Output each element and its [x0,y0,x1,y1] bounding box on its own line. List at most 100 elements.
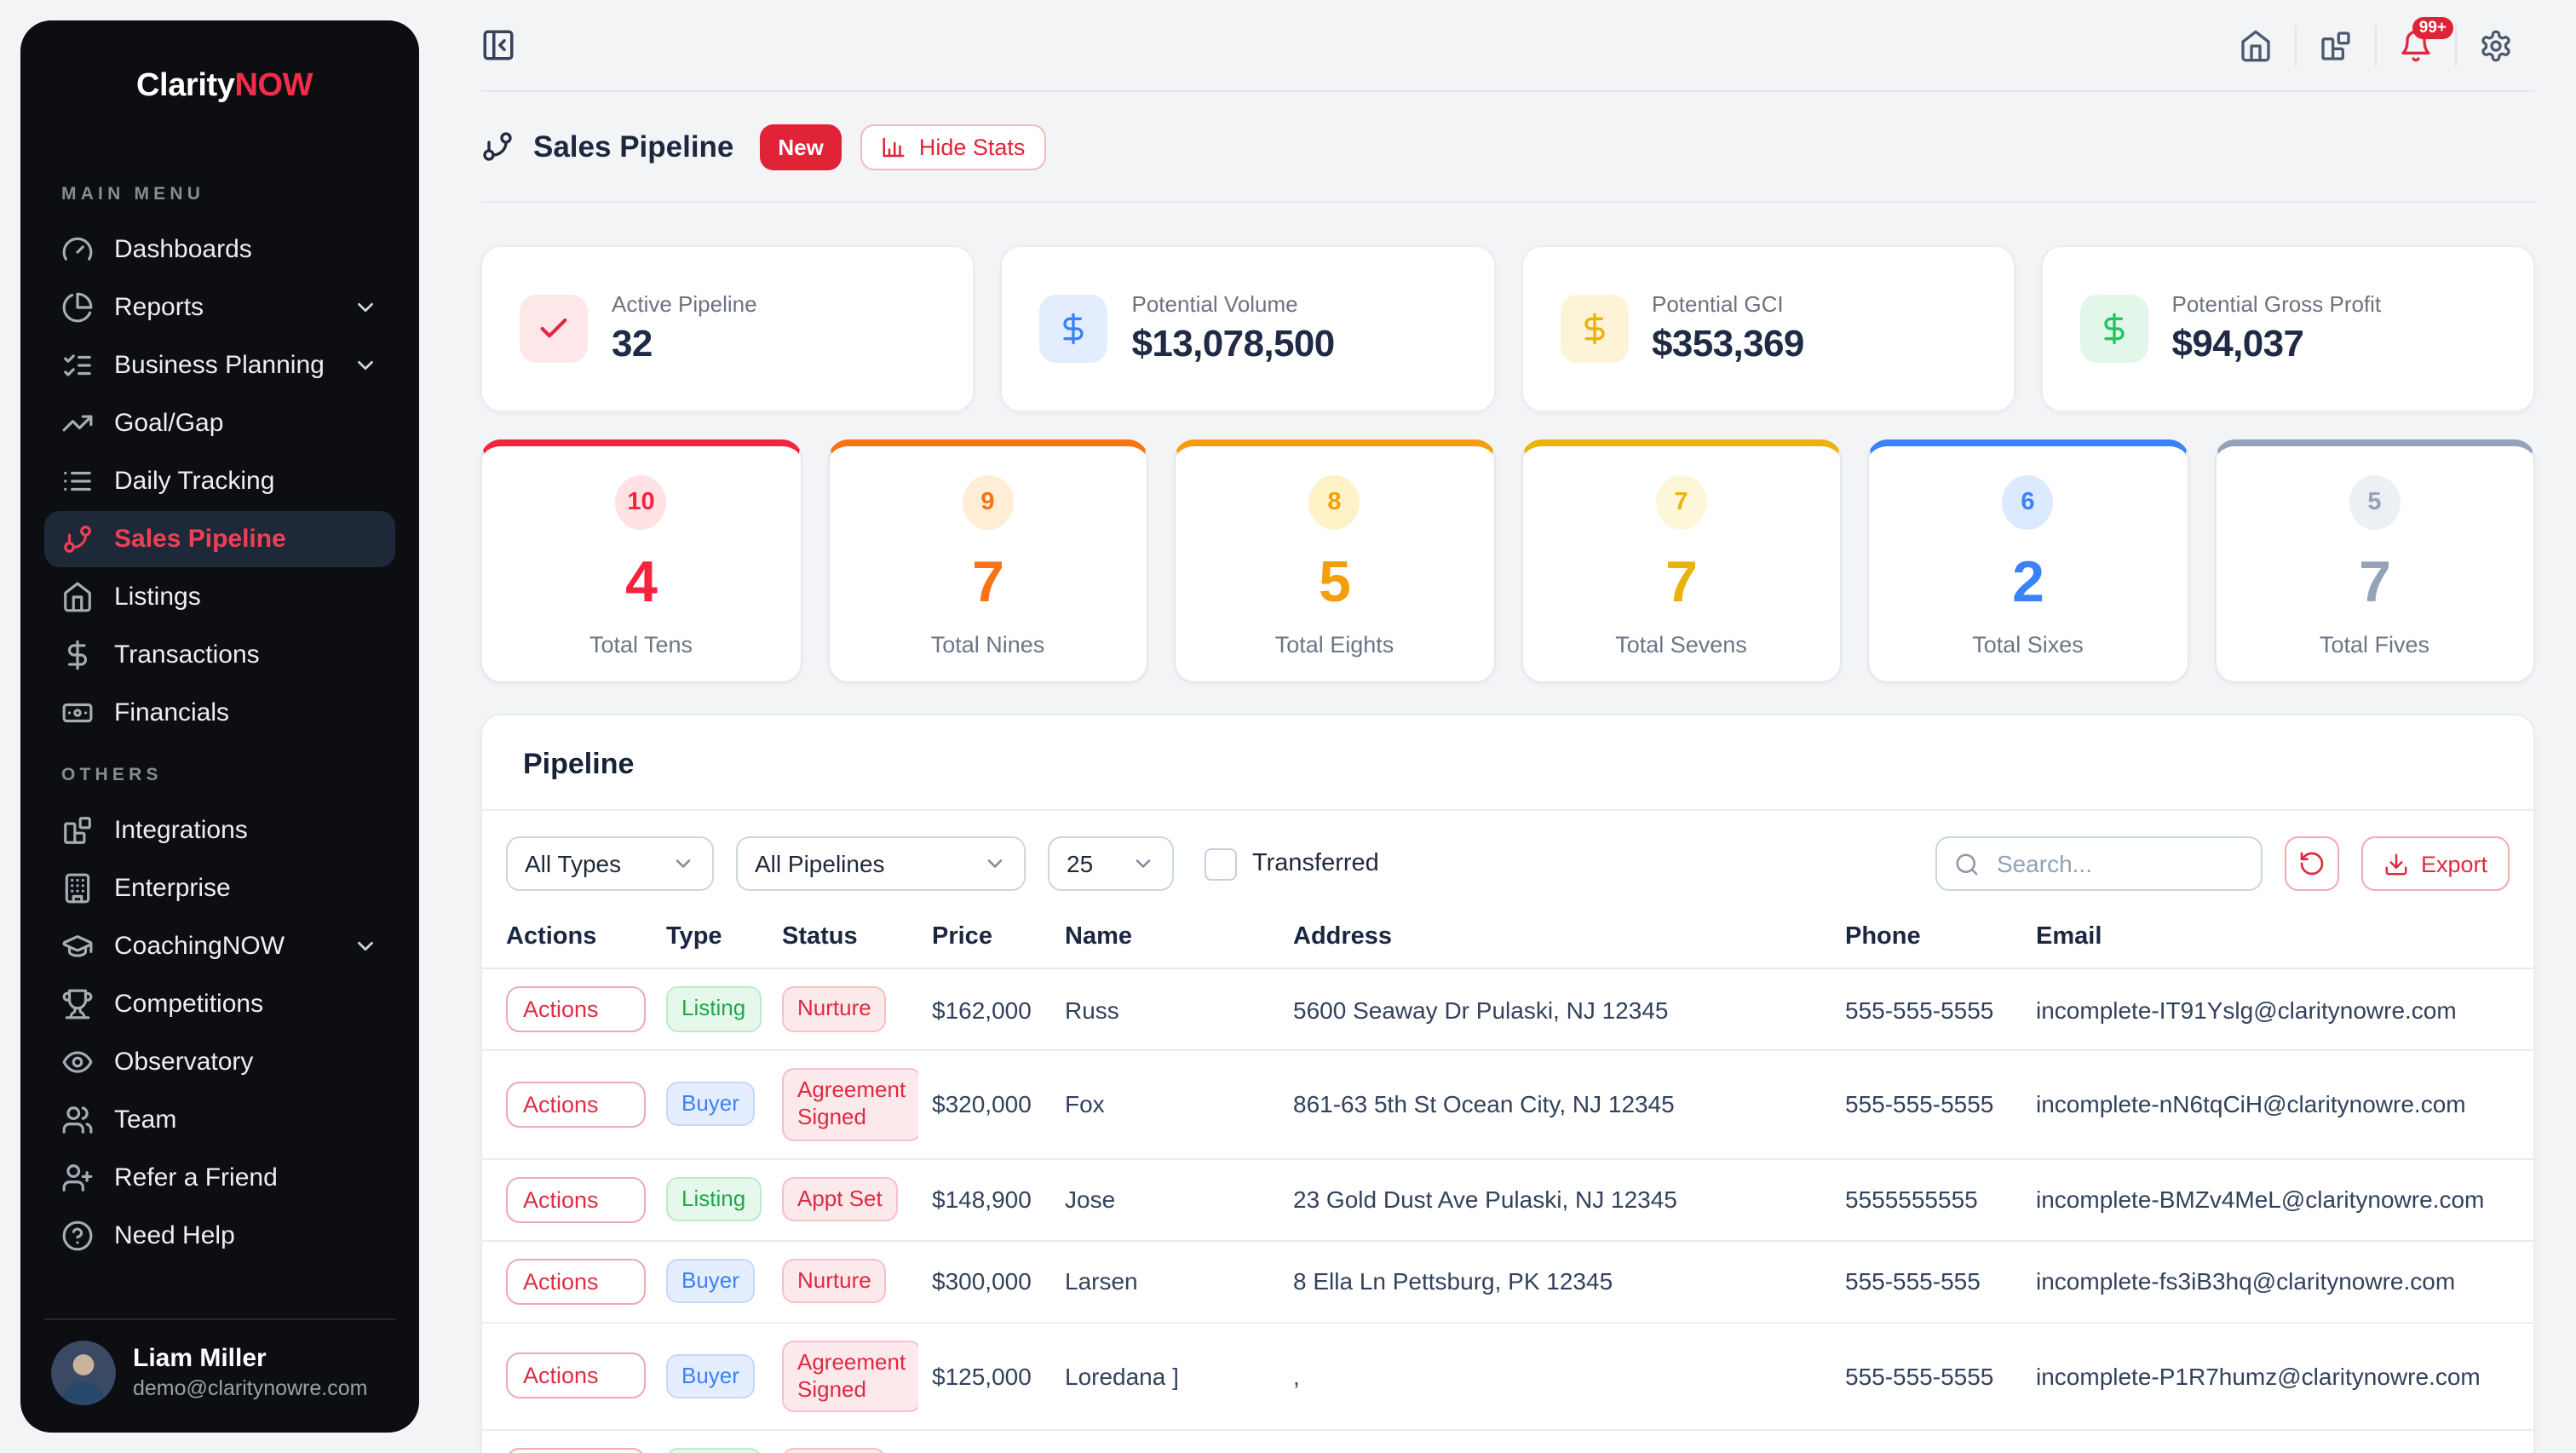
export-button[interactable]: Export [2361,836,2510,891]
type-badge: Listing [666,987,761,1032]
stat-card: Potential Volume $13,078,500 [1001,245,1496,412]
type-badge: Buyer [666,1082,755,1127]
home-button[interactable] [2239,28,2273,62]
cell-phone: 5555555555 [1831,1430,2022,1453]
chevron-down-icon [353,295,378,320]
page-title: Sales Pipeline [533,129,733,164]
list-checks-icon [61,349,94,382]
refresh-button[interactable] [2285,836,2339,891]
transferred-checkbox[interactable] [1205,847,1237,880]
count-cards-row: 10 4 Total Tens 9 7 Total Nines 8 5 Tota… [480,439,2535,683]
column-header-actions: Actions [482,913,653,968]
count-label: Total Tens [482,632,800,658]
row-actions-button[interactable]: Actions [506,1448,647,1453]
stat-value: 32 [612,322,757,366]
sidebar-item-need-help[interactable]: Need Help [44,1208,395,1264]
count-badge: 7 [1656,475,1707,530]
sidebar-item-label: Listings [114,583,201,612]
sidebar-item-enterprise[interactable]: Enterprise [44,860,395,916]
cell-email: incomplete-y7Bi9nCl@claritynowre.com [2022,1430,2533,1453]
sidebar-item-coachingnow[interactable]: CoachingNOW [44,918,395,974]
sidebar-item-goal-gap[interactable]: Goal/Gap [44,395,395,451]
app-window: ClarityNOW MAIN MENU Dashboards Reports … [0,0,2576,1453]
page-size-select[interactable]: 25 [1048,836,1174,891]
count-value: 7 [2216,550,2533,617]
list-icon [61,465,94,497]
notifications-button[interactable]: 99+ [2399,28,2433,62]
chevron-down-icon [1131,852,1155,876]
column-header-address: Address [1279,913,1831,968]
brand-name: ClarityNOW [136,68,313,106]
sidebar-section-label: MAIN MENU [61,184,395,204]
row-actions-button[interactable]: Actions [506,1258,647,1304]
gauge-icon [61,233,94,266]
chevron-down-icon [983,852,1007,876]
cell-name: Jose [1051,1158,1279,1240]
row-actions-button[interactable]: Actions [506,986,647,1032]
sidebar-item-label: Financials [114,698,229,727]
cell-phone: 555-555-5555 [1831,968,2022,1050]
row-actions-button[interactable]: Actions [506,1353,647,1399]
sidebar-item-label: Transactions [114,640,260,669]
sidebar-item-integrations[interactable]: Integrations [44,802,395,859]
cell-email: incomplete-IT91Yslg@claritynowre.com [2022,968,2533,1050]
check-icon [537,312,571,346]
cell-price: $148,900 [918,1158,1051,1240]
sidebar-item-listings[interactable]: Listings [44,569,395,625]
cell-name: Adam Holiday [1051,1430,1279,1453]
dollar-icon [1577,312,1611,346]
sidebar-item-business-planning[interactable]: Business Planning [44,337,395,393]
count-value: 2 [1869,550,2187,617]
sidebar-collapse-button[interactable] [480,27,516,63]
sidebar-item-label: Daily Tracking [114,467,274,496]
sidebar-item-reports[interactable]: Reports [44,279,395,336]
help-circle-icon [61,1220,94,1252]
hide-stats-button[interactable]: Hide Stats [861,123,1046,169]
cell-phone: 5555555555 [1831,1158,2022,1240]
search-input[interactable] [1993,848,2244,879]
stat-value: $353,369 [1652,322,1804,366]
type-filter-select[interactable]: All Types [506,836,714,891]
cell-phone: 555-555-555 [1831,1240,2022,1322]
stat-value: $13,078,500 [1132,322,1335,366]
type-badge: Buyer [666,1259,755,1304]
topbar-actions: 99+ [2217,25,2535,66]
settings-button[interactable] [2479,28,2513,62]
sidebar-item-observatory[interactable]: Observatory [44,1034,395,1090]
table-row: Actions Buyer Nurture $300,000 Larsen 8 … [482,1240,2533,1322]
new-badge[interactable]: New [759,123,842,169]
avatar [51,1341,116,1405]
cell-address: , [1279,1322,1831,1430]
cell-email: incomplete-nN6tqCiH@claritynowre.com [2022,1050,2533,1158]
sidebar-item-label: Business Planning [114,351,325,380]
trending-up-icon [61,407,94,439]
count-badge: 10 [616,475,667,530]
pipeline-filter-select[interactable]: All Pipelines [736,836,1026,891]
sidebar-item-financials[interactable]: Financials [44,685,395,741]
cell-name: Loredana ] [1051,1322,1279,1430]
graduation-cap-icon [61,930,94,962]
sidebar-item-competitions[interactable]: Competitions [44,976,395,1032]
row-actions-button[interactable]: Actions [506,1176,647,1222]
sidebar-item-refer-a-friend[interactable]: Refer a Friend [44,1150,395,1206]
sidebar-item-daily-tracking[interactable]: Daily Tracking [44,453,395,509]
main-content: 99+ Sales Pipeline New Hide Stats Active… [440,0,2576,1453]
cell-email: incomplete-BMZv4MeL@claritynowre.com [2022,1158,2533,1240]
sidebar-item-team[interactable]: Team [44,1092,395,1148]
chevron-down-icon [609,1189,630,1209]
cell-address: 23 Gold Dust Ave Pulaski, NJ 12345 [1279,1430,1831,1453]
count-label: Total Fives [2216,632,2533,658]
sidebar-item-transactions[interactable]: Transactions [44,627,395,683]
apps-button[interactable] [2319,28,2353,62]
count-label: Total Nines [829,632,1147,658]
sidebar-item-dashboards[interactable]: Dashboards [44,221,395,278]
sidebar-item-label: Dashboards [114,235,252,264]
sidebar-user[interactable]: Liam Miller demo@claritynowre.com [44,1318,395,1412]
row-actions-button[interactable]: Actions [506,1082,647,1128]
claritynow-logo-icon [55,55,119,119]
sidebar-item-sales-pipeline[interactable]: Sales Pipeline [44,511,395,567]
count-value: 7 [829,550,1147,617]
notification-badge: 99+ [2412,16,2453,39]
cell-price: $320,000 [918,1050,1051,1158]
count-card: 5 7 Total Fives [2214,439,2535,683]
